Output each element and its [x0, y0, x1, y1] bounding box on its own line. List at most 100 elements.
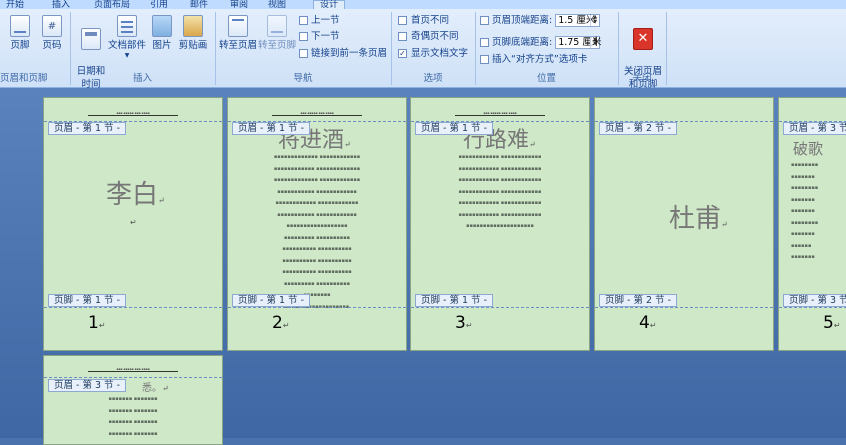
- tab-design[interactable]: 设计: [313, 0, 346, 9]
- tab-mailings[interactable]: 邮件: [190, 0, 208, 9]
- group-position-label: 位置: [536, 73, 556, 84]
- header-content: ▪▪▪ ▪▪▪▪▪ ▪▪▪ ▪▪▪▪: [272, 112, 362, 116]
- group-options-label: 选项: [423, 73, 443, 84]
- header-boundary: [44, 377, 222, 378]
- tab-insert[interactable]: 插入: [52, 0, 70, 9]
- footer-boundary: [44, 307, 222, 308]
- insert-alignment-tab-button[interactable]: 插入“对齐方式”选项卡: [480, 54, 587, 66]
- header-tag: 页眉 - 第 2 节 -: [599, 122, 677, 135]
- goto-header-icon: [228, 15, 248, 37]
- header-top-distance: 页眉顶端距离: 1.5 厘米 ▲ ▼: [480, 14, 601, 27]
- page-number: 2↵: [272, 313, 290, 333]
- header-content: ▪▪▪ ▪▪▪▪▪ ▪▪▪ ▪▪▪▪: [455, 112, 545, 116]
- goto-header-label: 转至页眉: [219, 40, 258, 51]
- paragraph-mark: ↵: [282, 321, 290, 330]
- clipart-button[interactable]: 剪贴画: [178, 15, 208, 52]
- page-title: 破歌: [793, 138, 823, 159]
- group-header-footer-label: 页眉和页脚: [0, 73, 48, 84]
- footer-bottom-spinner[interactable]: 1.75 厘米 ▲ ▼: [555, 36, 601, 49]
- footer-boundary: [779, 307, 846, 308]
- document-workspace[interactable]: ▪▪▪ ▪▪▪▪▪ ▪▪▪ ▪▪▪▪ 页眉 - 第 1 节 - 李白↵ ↵ 页脚…: [0, 88, 846, 445]
- footer-tag: 页脚 - 第 2 节 -: [599, 294, 677, 307]
- paragraph-mark: ↵: [529, 140, 536, 149]
- footer-tag: 页脚 - 第 3 节 -: [783, 294, 846, 307]
- tab-review[interactable]: 审阅: [230, 0, 248, 9]
- page-title-text: 李白: [106, 180, 159, 210]
- poem-body: ▪▪▪▪▪▪▪ ▪▪▪▪▪▪▪ ▪▪▪▪▪▪▪ ▪▪▪▪▪▪▪ ▪▪▪▪▪▪▪ ▪▪…: [108, 396, 158, 437]
- page-number: 3↵: [455, 313, 473, 333]
- header-top-spinner[interactable]: 1.5 厘米 ▲ ▼: [555, 14, 601, 27]
- page-number-label: 页码: [42, 40, 62, 51]
- page-title-text: 杜甫: [669, 204, 722, 234]
- paragraph-mark: ↵: [162, 384, 169, 393]
- footer-button[interactable]: 页脚: [6, 15, 34, 52]
- tab-view[interactable]: 视图: [268, 0, 286, 9]
- paragraph-mark: ↵: [130, 218, 137, 227]
- header-distance-icon: [480, 16, 489, 25]
- previous-section-icon: [299, 16, 308, 25]
- document-parts-icon: [117, 15, 137, 37]
- tab-page-layout[interactable]: 页面布局: [94, 0, 130, 9]
- spinner-arrows-icon[interactable]: ▲ ▼: [590, 15, 599, 26]
- group-insert-label: 插入: [132, 73, 152, 84]
- header-tag: 页眉 - 第 3 节 -: [48, 379, 126, 392]
- ribbon-tab-bar: 开始 插入 页面布局 引用 邮件 审阅 视图 设计: [0, 0, 846, 9]
- goto-header-button[interactable]: 转至页眉: [219, 15, 257, 52]
- header-top-label: 页眉顶端距离:: [492, 15, 553, 26]
- checkbox-unchecked-icon: [398, 16, 407, 25]
- page-number-value: 4: [639, 313, 650, 333]
- link-icon: [299, 49, 308, 58]
- different-odd-even-checkbox[interactable]: 奇偶页不同: [398, 31, 459, 43]
- alignment-tab-icon: [480, 55, 489, 64]
- goto-footer-button[interactable]: 转至页脚: [258, 15, 296, 52]
- footer-icon: [10, 15, 30, 37]
- footer-tag: 页脚 - 第 1 节 -: [232, 294, 310, 307]
- dropdown-arrow-icon: ▼: [124, 52, 130, 59]
- show-document-text-checkbox[interactable]: ✓ 显示文档文字: [398, 48, 468, 60]
- footer-button-label: 页脚: [10, 40, 30, 51]
- checkbox-checked-icon: ✓: [398, 49, 407, 58]
- different-first-page-checkbox[interactable]: 首页不同: [398, 15, 449, 27]
- paragraph-mark: ↵: [649, 321, 657, 330]
- page-2[interactable]: ▪▪▪ ▪▪▪▪▪ ▪▪▪ ▪▪▪▪ 将进酒↵ 页眉 - 第 1 节 - ▪▪▪…: [227, 97, 407, 351]
- picture-button[interactable]: 图片: [150, 15, 174, 52]
- previous-section-button[interactable]: 上一节: [299, 15, 340, 27]
- tab-home[interactable]: 开始: [6, 0, 24, 9]
- page-3[interactable]: ▪▪▪ ▪▪▪▪▪ ▪▪▪ ▪▪▪▪ 行路难↵ 页眉 - 第 1 节 - ▪▪▪…: [410, 97, 590, 351]
- paragraph-mark: ↵: [721, 220, 728, 229]
- paragraph-mark: ↵: [158, 196, 165, 205]
- spinner-arrows-icon[interactable]: ▲ ▼: [590, 37, 599, 48]
- page-number-button[interactable]: # 页码: [38, 15, 66, 52]
- poem-body: ▪▪▪▪▪▪▪▪▪▪▪▪ ▪▪▪▪▪▪▪▪▪▪▪▪ ▪▪▪▪▪▪▪▪▪▪▪▪ ▪▪…: [458, 154, 542, 229]
- page-title-text: 破歌: [793, 140, 824, 158]
- poem-body: ▪▪▪▪▪▪▪▪▪▪▪▪▪ ▪▪▪▪▪▪▪▪▪▪▪▪ ▪▪▪▪▪▪▪▪▪▪▪▪ ▪…: [273, 154, 361, 310]
- page-title: 杜甫↵: [669, 198, 728, 235]
- footer-tag: 页脚 - 第 1 节 -: [48, 294, 126, 307]
- link-to-previous-button[interactable]: 链接到前一条页眉: [299, 48, 387, 60]
- clipart-label: 剪贴画: [178, 40, 208, 51]
- close-icon: ✕: [633, 28, 653, 50]
- clipart-icon: [183, 15, 203, 37]
- next-section-button[interactable]: 下一节: [299, 31, 340, 43]
- different-first-page-label: 首页不同: [411, 15, 450, 26]
- page-number-value: 2: [272, 313, 283, 333]
- footer-boundary: [595, 307, 773, 308]
- page-4[interactable]: 页眉 - 第 2 节 - 杜甫↵ 页脚 - 第 2 节 - 4↵: [594, 97, 774, 351]
- page-number: 1↵: [88, 313, 106, 333]
- document-parts-label: 文档部件: [107, 40, 146, 51]
- page-number-value: 1: [88, 313, 99, 333]
- page-1[interactable]: ▪▪▪ ▪▪▪▪▪ ▪▪▪ ▪▪▪▪ 页眉 - 第 1 节 - 李白↵ ↵ 页脚…: [43, 97, 223, 351]
- document-parts-button[interactable]: 文档部件 ▼: [107, 15, 147, 60]
- page-number-value: 3: [455, 313, 466, 333]
- footer-distance-icon: [480, 38, 489, 47]
- paragraph-mark: ↵: [833, 321, 841, 330]
- page-number: 5↵: [823, 313, 841, 333]
- picture-label: 图片: [152, 40, 172, 51]
- group-separator: [666, 12, 667, 85]
- header-tag: 页眉 - 第 1 节 -: [415, 122, 493, 135]
- footer-boundary: [411, 307, 589, 308]
- page-6[interactable]: ▪▪▪ ▪▪▪▪▪ ▪▪▪ ▪▪▪▪ 页眉 - 第 3 节 - 悉。↵ ▪▪▪▪…: [43, 355, 223, 445]
- page-5[interactable]: 页眉 - 第 3 节 - 破歌 ▪▪▪▪▪▪▪▪▪▪▪▪▪▪▪▪▪▪▪▪▪▪▪▪…: [778, 97, 846, 351]
- tab-references[interactable]: 引用: [150, 0, 168, 9]
- next-section-label: 下一节: [311, 31, 340, 42]
